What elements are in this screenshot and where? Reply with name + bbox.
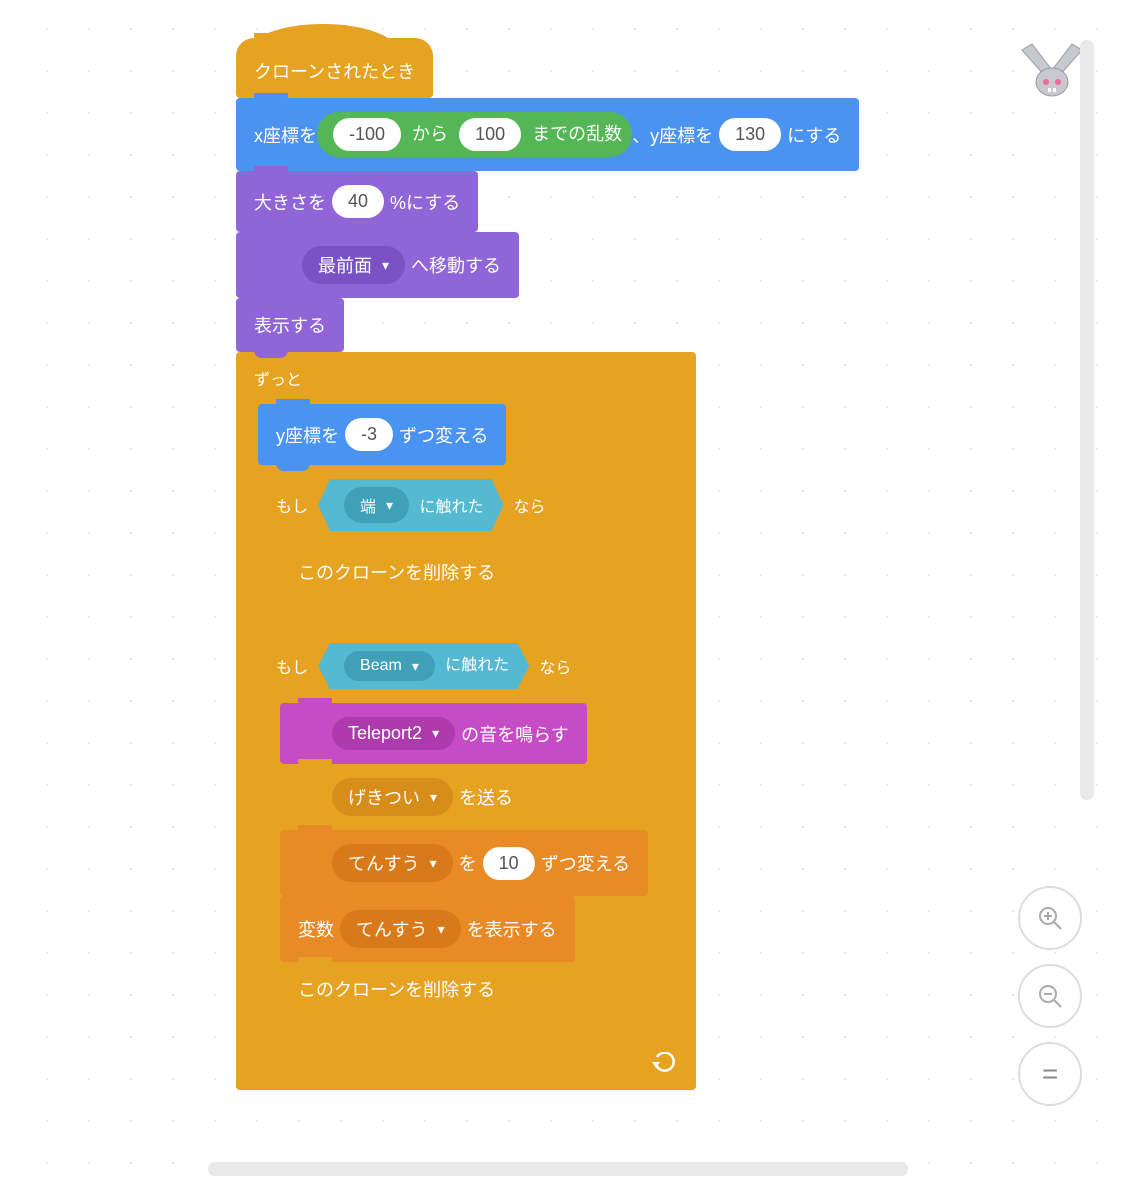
horizontal-scrollbar[interactable] — [208, 1162, 908, 1176]
touching-edge-dropdown[interactable]: 端 — [344, 487, 409, 523]
if1-suffix: なら — [514, 493, 546, 517]
delete-clone-1-label: このクローンを削除する — [298, 559, 495, 585]
sensing-touching-edge[interactable]: 端 に触れた — [318, 479, 504, 531]
change-var-mid: を — [459, 850, 477, 876]
if2-suffix: なら — [539, 654, 571, 678]
changey-prefix: y座標を — [276, 422, 339, 448]
block-set-size[interactable]: 大きさを 40 %にする — [236, 171, 478, 232]
size-input[interactable]: 40 — [332, 185, 384, 218]
block-goto-xy[interactable]: x座標を -100 から 100 までの乱数 、 y座標を 130 にする — [236, 98, 859, 171]
change-var-suffix: ずつ変える — [541, 850, 630, 876]
zoom-out-button[interactable] — [1018, 964, 1082, 1028]
sound-dropdown[interactable]: Teleport2 — [332, 717, 455, 750]
goto-x-prefix: x座標を — [254, 122, 317, 148]
block-play-sound[interactable]: Teleport2 の音を鳴らす — [280, 703, 587, 764]
delete-clone-2-label: このクローンを削除する — [298, 976, 495, 1002]
block-change-y[interactable]: y座標を -3 ずつ変える — [258, 404, 506, 465]
zoom-reset-button[interactable]: = — [1018, 1042, 1082, 1106]
hat-when-cloned[interactable]: クローンされたとき — [236, 38, 433, 98]
broadcast-dropdown[interactable]: げきつい — [332, 778, 453, 816]
layer-suffix: へ移動する — [411, 252, 501, 278]
hat-label: クローンされたとき — [254, 58, 415, 84]
sensing-touching-beam[interactable]: Beam に触れた — [318, 643, 529, 689]
show-var-dropdown[interactable]: てんすう — [340, 910, 461, 948]
rand-min-input[interactable]: -100 — [333, 118, 401, 151]
zoom-in-button[interactable] — [1018, 886, 1082, 950]
change-var-input[interactable]: 10 — [483, 847, 535, 880]
broadcast-suffix: を送る — [459, 784, 513, 810]
changey-suffix: ずつ変える — [399, 422, 488, 448]
size-suffix: %にする — [390, 189, 460, 215]
if1-prefix: もし — [276, 493, 308, 517]
script-stack[interactable]: クローンされたとき x座標を -100 から 100 までの乱数 、 y座標を … — [236, 38, 859, 1090]
rand-suffix: までの乱数 — [532, 124, 622, 144]
showvar-prefix: 変数 — [298, 916, 334, 942]
goto-y-input[interactable]: 130 — [719, 118, 781, 151]
showvar-suffix: を表示する — [467, 916, 557, 942]
zoom-reset-label: = — [1042, 1058, 1058, 1090]
zoom-controls: = — [1018, 886, 1082, 1106]
size-prefix: 大きさを — [254, 189, 326, 215]
operator-random[interactable]: -100 から 100 までの乱数 — [317, 112, 632, 157]
touching-suffix: に触れた — [420, 499, 484, 516]
if2-prefix: もし — [276, 654, 308, 678]
rand-max-input[interactable]: 100 — [459, 118, 521, 151]
block-change-variable[interactable]: てんすう を 10 ずつ変える — [280, 830, 648, 896]
layer-dropdown[interactable]: 最前面 — [302, 246, 405, 284]
touching-beam-suffix: に触れた — [445, 657, 509, 674]
change-var-dropdown[interactable]: てんすう — [332, 844, 453, 882]
changey-input[interactable]: -3 — [345, 418, 393, 451]
block-go-to-layer[interactable]: 最前面 へ移動する — [236, 232, 519, 298]
block-forever[interactable]: ずっと y座標を -3 ずつ変える もし — [236, 352, 696, 1090]
touching-beam-dropdown[interactable]: Beam — [344, 651, 435, 681]
show-label: 表示する — [254, 312, 326, 338]
block-broadcast[interactable]: げきつい を送る — [280, 764, 531, 830]
block-show[interactable]: 表示する — [236, 298, 344, 352]
loop-arrow-icon — [652, 1052, 678, 1072]
block-delete-clone-2[interactable]: このクローンを削除する — [280, 962, 513, 1016]
blocks-workspace[interactable]: クローンされたとき x座標を -100 から 100 までの乱数 、 y座標を … — [18, 0, 1122, 1186]
block-show-variable[interactable]: 変数 てんすう を表示する — [280, 896, 575, 962]
block-if-touching-edge[interactable]: もし 端 に触れた なら このクローンを削除する — [258, 465, 658, 629]
block-if-touching-beam[interactable]: もし Beam に触れた なら Teleport2 の音を — [258, 629, 688, 1046]
goto-sep: 、 — [632, 122, 650, 148]
goto-y-prefix: y座標を — [650, 122, 713, 148]
vertical-scrollbar[interactable] — [1080, 40, 1094, 800]
sound-suffix: の音を鳴らす — [461, 721, 569, 747]
goto-suffix: にする — [787, 122, 841, 148]
forever-label: ずっと — [254, 366, 302, 390]
rand-mid: から — [412, 124, 448, 144]
block-delete-clone-1[interactable]: このクローンを削除する — [280, 545, 513, 599]
